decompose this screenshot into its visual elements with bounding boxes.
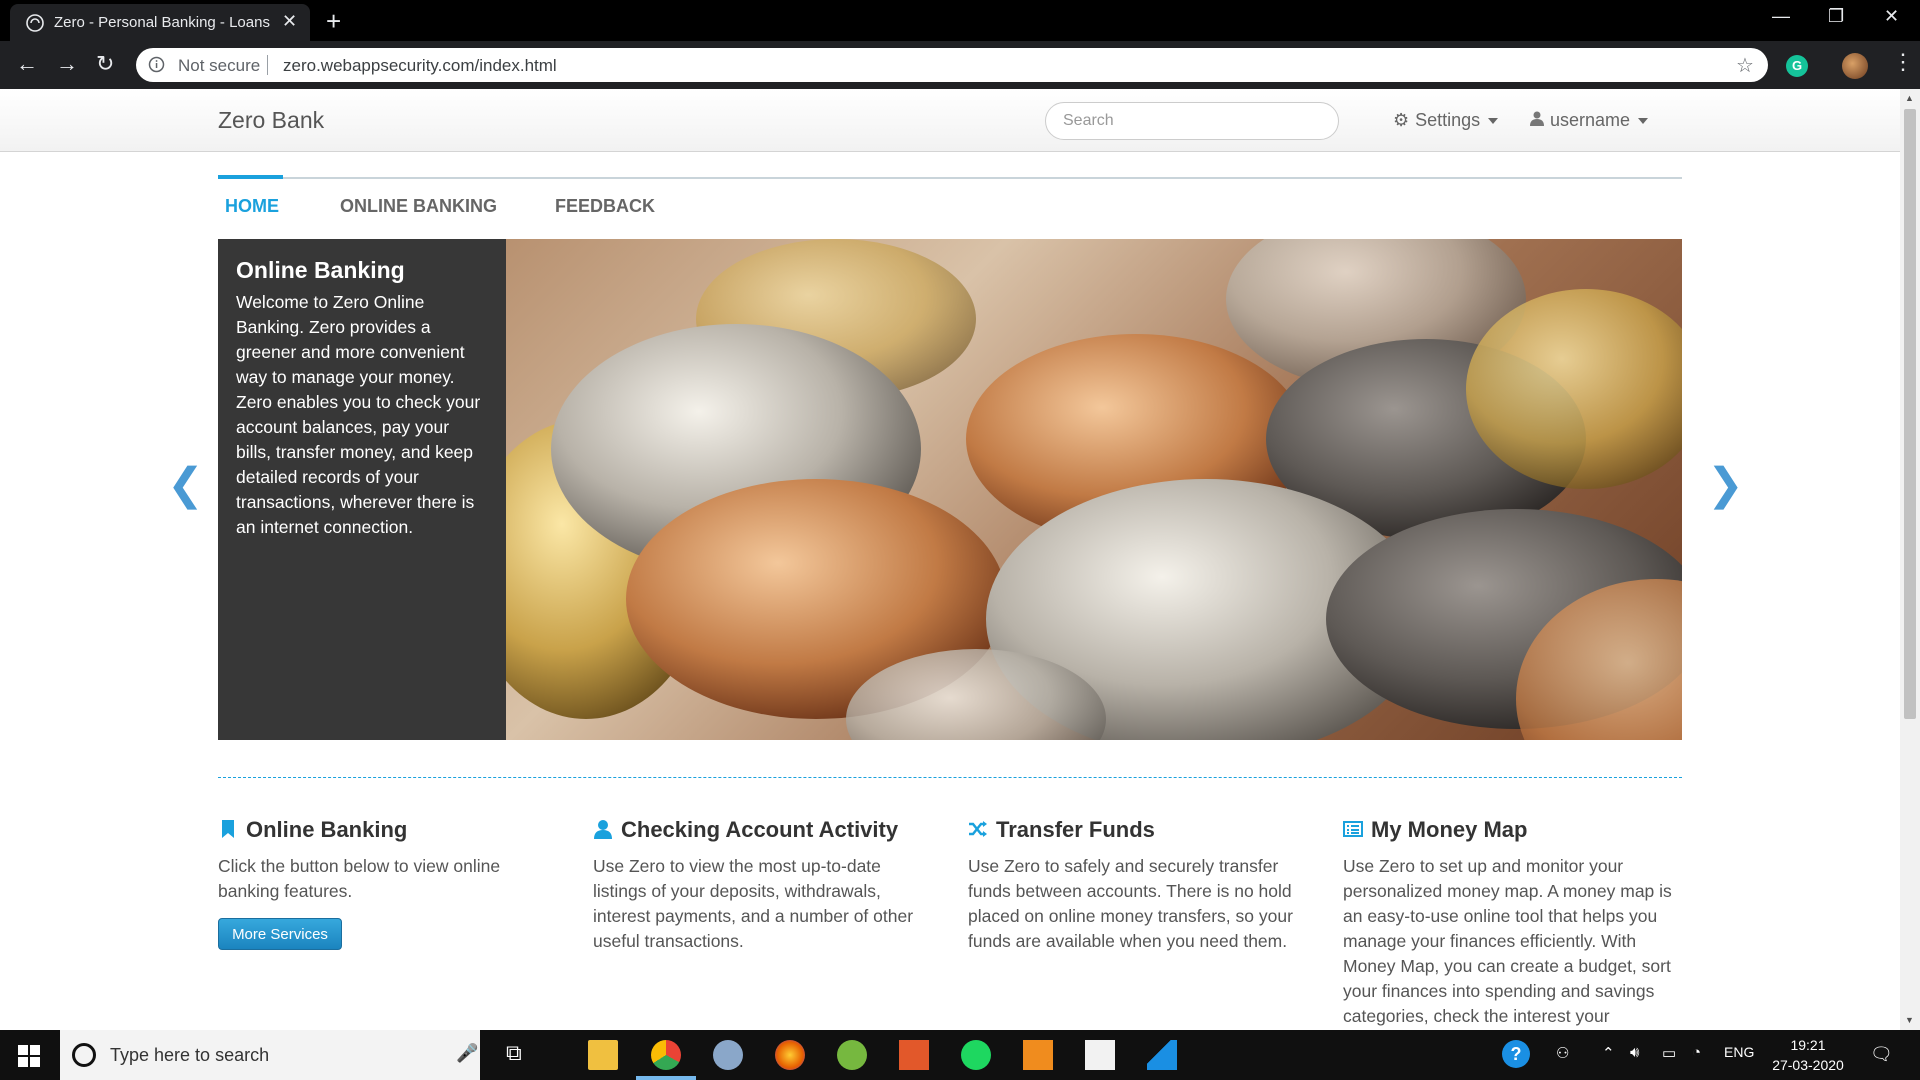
user-dropdown[interactable]: username (1530, 110, 1649, 131)
caret-down-icon (1638, 118, 1649, 125)
username-label: username (1550, 110, 1631, 130)
clock-date: 27-03-2020 (1772, 1057, 1844, 1073)
caption-title: Online Banking (236, 257, 405, 283)
settings-label: Settings (1415, 110, 1481, 130)
tab-close-icon[interactable]: ✕ (282, 11, 297, 32)
profile-avatar[interactable] (1842, 53, 1868, 79)
carousel-prev-icon[interactable]: ❮ (167, 459, 204, 510)
language-indicator[interactable]: ENG (1724, 1044, 1754, 1060)
scrollbar-thumb[interactable] (1904, 109, 1916, 719)
browser-tab[interactable]: Zero - Personal Banking - Loans ✕ (10, 4, 310, 41)
security-label: Not secure (178, 56, 261, 75)
gear-icon: ⚙ (1393, 110, 1410, 130)
task-view-icon[interactable]: ⧉ (506, 1040, 536, 1070)
office-app-icon[interactable] (899, 1040, 929, 1070)
favicon-icon (26, 14, 44, 32)
active-tab-indicator (218, 175, 283, 179)
wireshark-icon[interactable] (1147, 1040, 1177, 1070)
page-scrollbar[interactable]: ▲ ▼ (1900, 89, 1920, 1030)
more-services-button[interactable]: More Services (218, 918, 342, 950)
feature-transfer-funds: Transfer Funds Use Zero to safely and se… (968, 817, 1308, 954)
feature-title: Checking Account Activity (593, 817, 933, 843)
bookmark-star-icon[interactable]: ☆ (1736, 53, 1754, 78)
help-icon[interactable]: ? (1502, 1040, 1530, 1068)
feature-title: Transfer Funds (968, 817, 1308, 843)
feature-title: My Money Map (1343, 817, 1683, 843)
feature-online-banking: Online Banking Click the button below to… (218, 817, 558, 904)
chrome-icon[interactable] (651, 1040, 681, 1070)
taskbar-search-placeholder: Type here to search (110, 1045, 270, 1065)
tab-feedback[interactable]: FEEDBACK (555, 196, 655, 217)
feature-title: Online Banking (218, 817, 558, 843)
shuffle-icon (969, 821, 987, 837)
wifi-icon[interactable]: ◔ (1692, 1044, 1701, 1061)
bookmark-icon (222, 820, 234, 838)
list-alt-icon (1343, 821, 1363, 837)
window-close-icon[interactable]: ✕ (1884, 6, 1899, 27)
battery-icon[interactable]: ▭ (1662, 1044, 1676, 1062)
page-viewport: Zero Bank ⚙Settings username HOME ONLINE… (0, 89, 1900, 1030)
hero-carousel: Online Banking Welcome to Zero Online Ba… (218, 239, 1682, 740)
browser-menu-icon[interactable]: ⋮ (1892, 49, 1914, 75)
caret-down-icon (1488, 118, 1499, 125)
scroll-down-icon[interactable]: ▼ (1905, 1015, 1914, 1025)
feature-money-map: My Money Map Use Zero to set up and moni… (1343, 817, 1683, 1029)
tab-title: Zero - Personal Banking - Loans (54, 14, 270, 31)
user-icon (1530, 111, 1544, 126)
browser-tab-strip: Zero - Personal Banking - Loans ✕ + — ❐ … (0, 0, 1920, 41)
active-app-indicator (636, 1076, 696, 1080)
windows-start-icon[interactable] (18, 1045, 40, 1067)
paint-app-icon[interactable] (713, 1040, 743, 1070)
notifications-icon[interactable]: 🗨 (1870, 1044, 1893, 1065)
notepad-icon[interactable] (1085, 1040, 1115, 1070)
info-icon[interactable] (148, 56, 165, 73)
carousel-next-icon[interactable]: ❯ (1707, 459, 1744, 510)
microphone-icon[interactable]: 🎤 (456, 1043, 478, 1064)
search-input[interactable] (1045, 102, 1339, 140)
new-tab-icon[interactable]: + (326, 6, 341, 37)
restore-icon[interactable]: ❐ (1828, 6, 1844, 27)
cortana-icon (72, 1043, 96, 1067)
caption-text: Welcome to Zero Online Banking. Zero pro… (236, 292, 481, 537)
settings-dropdown[interactable]: ⚙ Settings (1393, 110, 1499, 131)
utorrent-icon[interactable] (837, 1040, 867, 1070)
feature-text: Click the button below to view online ba… (218, 856, 501, 901)
carousel-caption: Online Banking Welcome to Zero Online Ba… (218, 239, 506, 740)
coins-photo (506, 239, 1682, 740)
back-icon[interactable]: ← (16, 51, 38, 77)
spotify-icon[interactable] (961, 1040, 991, 1070)
forward-icon[interactable]: → (56, 51, 78, 77)
sublime-text-icon[interactable] (1023, 1040, 1053, 1070)
grammarly-extension-icon[interactable]: G (1786, 55, 1808, 77)
taskbar-search-box[interactable]: Type here to search 🎤 (60, 1030, 480, 1080)
url-text[interactable]: zero.webappsecurity.com/index.html (283, 56, 557, 76)
scroll-up-icon[interactable]: ▲ (1905, 93, 1914, 103)
feature-text: Use Zero to set up and monitor your pers… (1343, 856, 1672, 1026)
people-icon[interactable]: ⚇ (1556, 1044, 1569, 1062)
reload-icon[interactable]: ↻ (96, 51, 114, 77)
coins-image (506, 239, 1682, 740)
windows-taskbar: Type here to search 🎤 ⧉ ? ⚇ ⌃ 🔊︎ ▭ ◔ ENG… (0, 1030, 1920, 1080)
section-divider (218, 777, 1682, 778)
show-hidden-icons-icon[interactable]: ⌃ (1602, 1044, 1615, 1062)
tab-home[interactable]: HOME (225, 196, 279, 217)
address-bar[interactable]: Not secure zero.webappsecurity.com/index… (136, 48, 1768, 82)
divider (267, 55, 268, 75)
file-explorer-icon[interactable] (588, 1040, 618, 1070)
taskbar-clock[interactable]: 19:21 27-03-2020 (1770, 1035, 1846, 1075)
feature-text: Use Zero to view the most up-to-date lis… (593, 856, 914, 951)
minimize-icon[interactable]: — (1772, 6, 1790, 27)
firefox-icon[interactable] (775, 1040, 805, 1070)
site-navbar: Zero Bank ⚙Settings username (0, 89, 1900, 152)
tabs-divider (218, 177, 1682, 179)
browser-toolbar: ← → ↻ Not secure zero.webappsecurity.com… (0, 41, 1920, 89)
volume-icon[interactable]: 🔊︎ (1630, 1044, 1639, 1061)
tab-online-banking[interactable]: ONLINE BANKING (340, 196, 497, 217)
user-icon (594, 820, 612, 839)
clock-time: 19:21 (1790, 1037, 1826, 1053)
feature-text: Use Zero to safely and securely transfer… (968, 856, 1293, 951)
brand-logo[interactable]: Zero Bank (218, 107, 324, 134)
feature-checking-activity: Checking Account Activity Use Zero to vi… (593, 817, 933, 954)
